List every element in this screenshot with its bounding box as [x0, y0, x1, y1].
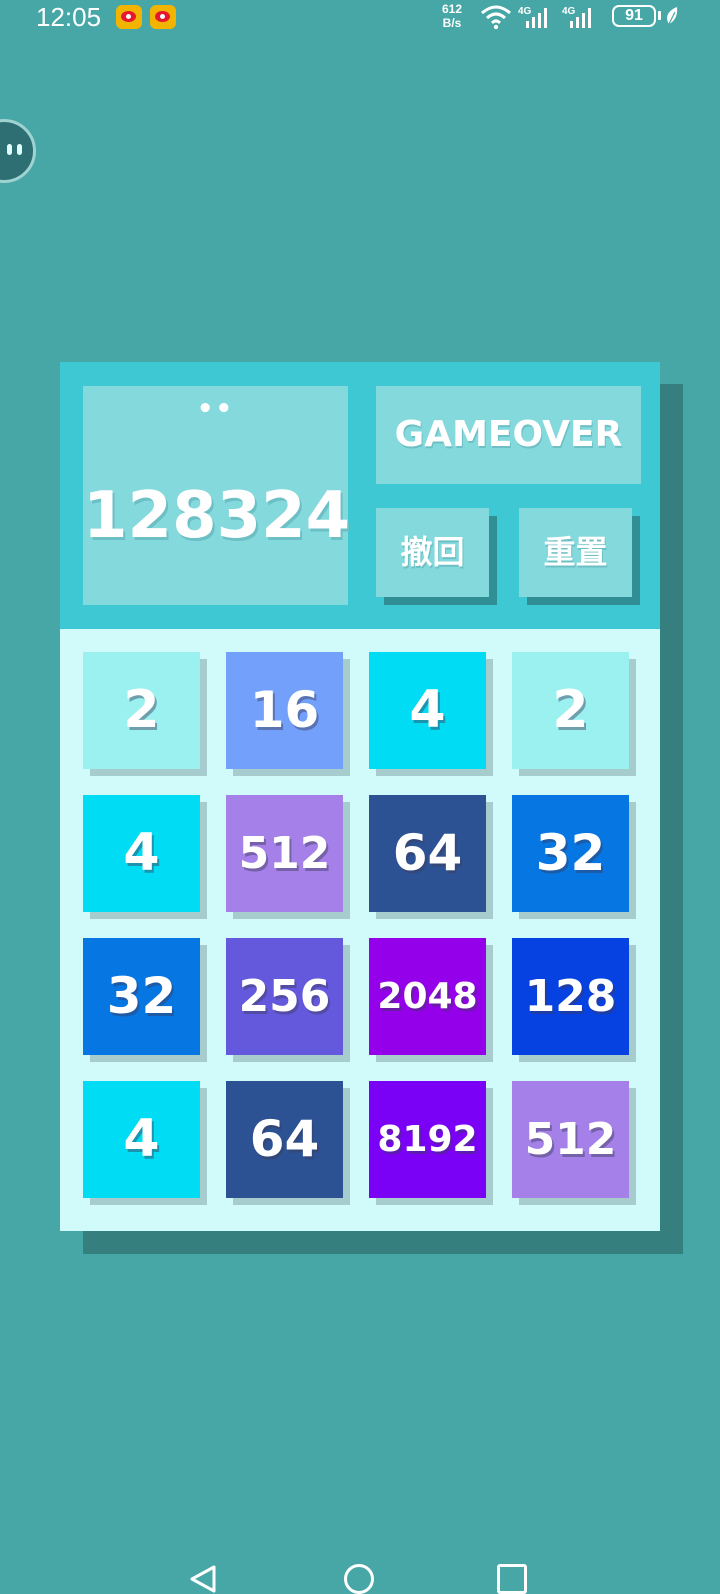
home-icon[interactable] [344, 1564, 374, 1594]
network-speed: 612 B/s [442, 2, 462, 30]
weibo-icon [116, 5, 142, 29]
reset-button[interactable]: 重置 [519, 508, 632, 597]
tile: 8192 [369, 1081, 486, 1198]
tile: 64 [369, 795, 486, 912]
back-icon[interactable] [188, 1564, 218, 1594]
status-time: 12:05 [36, 2, 102, 32]
game-panel: •• 128324 GAMEOVER 撤回 重置 2 16 4 2 4 512 64 32 32… [60, 362, 660, 1231]
tile: 256 [226, 938, 343, 1055]
wifi-icon [481, 5, 511, 30]
leaf-icon [667, 7, 678, 25]
tile: 2 [512, 652, 629, 769]
signal-icon: 4G [562, 6, 591, 28]
svg-text:4G: 4G [518, 6, 532, 17]
network-speed-value: 612 [442, 2, 463, 16]
battery-tip [658, 11, 661, 20]
tile: 2048 [369, 938, 486, 1055]
score-label: •• [196, 394, 235, 424]
tile: 4 [83, 795, 200, 912]
signal-icon: 4G [518, 6, 547, 28]
network-speed-unit: B/s [442, 16, 462, 30]
score-value: 128324 [83, 479, 351, 553]
tile: 512 [226, 795, 343, 912]
game-status-banner: GAMEOVER [376, 386, 641, 484]
svg-text:4G: 4G [562, 6, 576, 17]
status-bar: 12:05 612 B/s 4G 4G 91 [0, 0, 720, 36]
tile: 4 [369, 652, 486, 769]
tile: 4 [83, 1081, 200, 1198]
game-board[interactable]: 2 16 4 2 4 512 64 32 32 256 2048 128 4 64 8192 512 [60, 629, 660, 1231]
game-header: •• 128324 GAMEOVER 撤回 重置 [60, 362, 660, 629]
navigation-bar [0, 1540, 720, 1594]
floating-assistant-button[interactable] [0, 119, 36, 183]
tile: 16 [226, 652, 343, 769]
weibo-icon [150, 5, 176, 29]
tile: 64 [226, 1081, 343, 1198]
recent-apps-icon[interactable] [497, 1564, 527, 1594]
tile: 32 [83, 938, 200, 1055]
battery-icon: 91 [612, 5, 656, 27]
tile: 128 [512, 938, 629, 1055]
tile: 32 [512, 795, 629, 912]
tile: 2 [83, 652, 200, 769]
tile: 512 [512, 1081, 629, 1198]
undo-button[interactable]: 撤回 [376, 508, 489, 597]
score-box: •• 128324 [83, 386, 351, 605]
